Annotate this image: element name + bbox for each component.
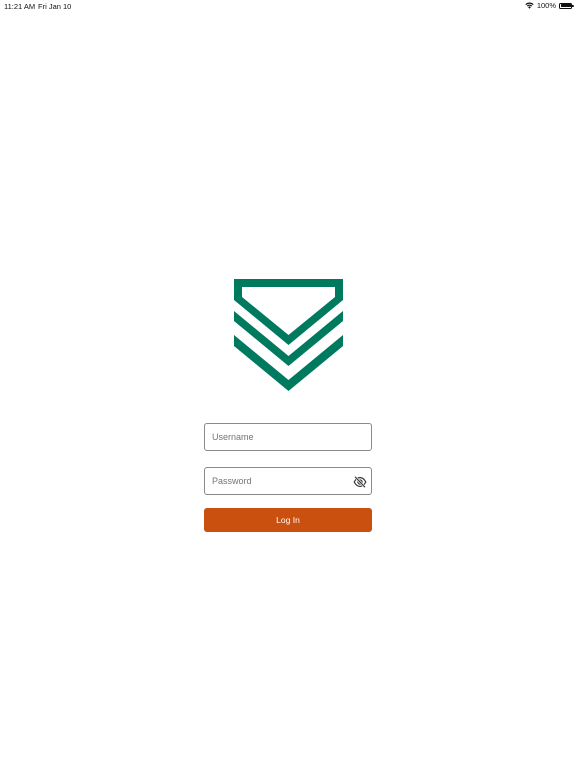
username-input[interactable] [205,424,371,450]
password-field[interactable] [204,467,372,495]
chevron-rank-logo [234,279,343,391]
battery-percent: 100% [536,1,556,10]
logo-shapes [234,279,343,391]
wifi-icon [525,2,534,9]
login-button[interactable]: Log In [204,508,372,532]
status-date: Fri Jan 10 [38,2,72,11]
battery-level-fill [560,4,571,7]
status-time: 11:21 AM [4,2,36,11]
password-input[interactable] [205,468,371,494]
battery-icon [559,2,574,9]
eye-off-icon[interactable] [353,475,367,489]
status-bar: 11:21 AM Fri Jan 10 100% [0,0,576,12]
username-field[interactable] [204,423,372,451]
login-screen: 11:21 AM Fri Jan 10 100% Username Log In [0,0,576,768]
status-indicators: 100% [525,1,574,10]
